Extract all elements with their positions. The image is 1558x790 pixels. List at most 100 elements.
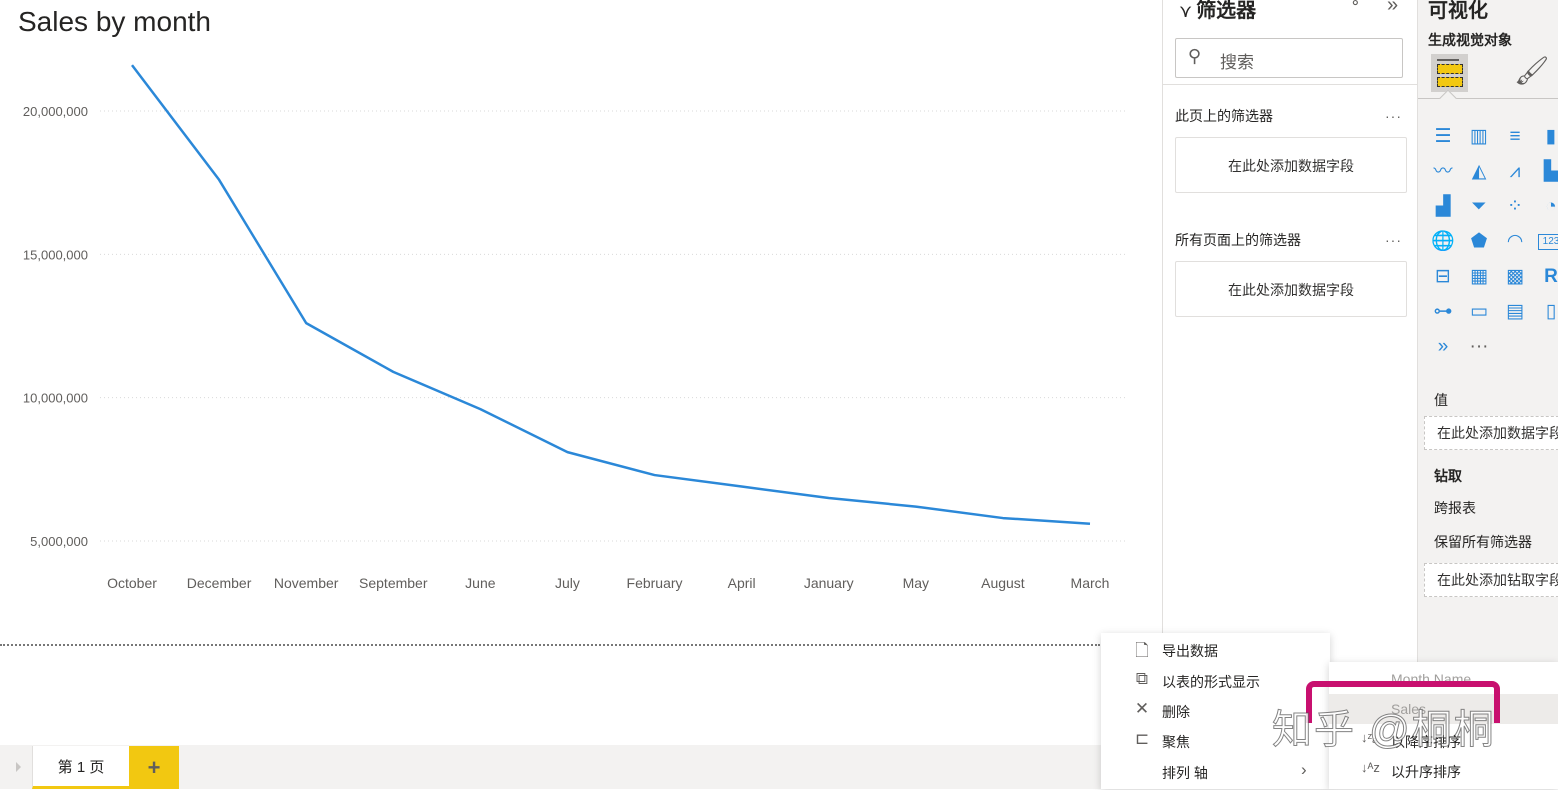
build-visual-tab-icon[interactable] — [1431, 54, 1468, 92]
series-line-sales[interactable] — [131, 64, 1091, 526]
gauge-icon[interactable]: ◠ — [1502, 229, 1528, 255]
data-point[interactable] — [1087, 521, 1093, 527]
x-tick-label: September — [359, 575, 428, 591]
x-tick-label: November — [274, 575, 339, 591]
values-label: 值 — [1434, 392, 1448, 408]
sort-ascending-icon: ↓ᴬz — [1361, 760, 1380, 775]
visual-type-gallery: ☰ ▥ ≡ ▮ 〰 ◭ ⩘ ▙ ▟ ⏷ ⁘ ◔ 🌐 ⬟ ◠ 123 ⊟ ▦ ▩ R ⊶ ▭ ▤ ▯ » ··· — [1430, 124, 1558, 369]
y-tick-label: 10,000,000 — [23, 391, 88, 406]
menu-item-label: 删除 — [1162, 704, 1190, 720]
funnel-icon[interactable]: ⏷ — [1466, 194, 1492, 220]
show-as-table-icon: ⧉ — [1135, 669, 1149, 688]
x-tick-label: January — [804, 575, 854, 591]
all-pages-more-button[interactable]: ··· — [1385, 232, 1402, 248]
visibility-icon[interactable]: ⚬̊ — [1349, 0, 1362, 12]
divider — [1163, 84, 1418, 85]
menu-item-label: 以表的形式显示 — [1162, 674, 1260, 690]
y-tick-label: 5,000,000 — [30, 534, 88, 549]
drillthrough-label: 钻取 — [1434, 468, 1462, 484]
data-point[interactable] — [477, 406, 483, 412]
menu-item-export-data[interactable]: 🗋 导出数据 — [1101, 634, 1330, 664]
data-point[interactable] — [303, 320, 309, 326]
menu-item-label: 导出数据 — [1162, 643, 1218, 659]
menu-item-label: 排列 轴 — [1162, 765, 1208, 781]
filters-title: 筛选器 — [1196, 0, 1257, 22]
x-tick-label: February — [627, 575, 683, 591]
x-tick-label: June — [465, 575, 496, 591]
filled-map-icon[interactable]: ⬟ — [1466, 229, 1492, 255]
export-icon: 🗋 — [1135, 641, 1149, 660]
close-icon: ✕ — [1134, 699, 1150, 718]
add-page-button[interactable]: + — [129, 746, 179, 789]
watermark: 知乎 @桐桐 — [1272, 708, 1496, 753]
more-visuals-icon[interactable]: ··· — [1466, 334, 1492, 360]
data-point[interactable] — [1000, 515, 1006, 521]
x-tick-label: April — [728, 575, 756, 591]
tab-scroll-icon[interactable] — [16, 762, 21, 772]
filters-search-input[interactable]: ⚲ 搜索 — [1175, 38, 1403, 78]
data-point[interactable] — [826, 495, 832, 501]
r-visual-icon[interactable]: R — [1538, 264, 1558, 290]
visualizations-title: 可视化 — [1428, 0, 1488, 22]
sort-action-label: 以升序排序 — [1391, 764, 1461, 780]
this-page-filter-well[interactable]: 在此处添加数据字段 — [1175, 137, 1407, 193]
matrix-icon[interactable]: ▩ — [1502, 264, 1528, 290]
data-point[interactable] — [652, 472, 658, 478]
page-tab-1[interactable]: 第 1 页 — [32, 746, 129, 789]
data-point[interactable] — [129, 62, 135, 68]
x-tick-label: December — [187, 575, 252, 591]
collapse-pane-icon[interactable]: » — [1387, 0, 1398, 17]
y-tick-label: 15,000,000 — [23, 247, 88, 262]
data-point[interactable] — [564, 449, 570, 455]
values-well[interactable]: 在此处添加数据字段 — [1424, 416, 1558, 450]
x-tick-label: July — [555, 575, 580, 591]
data-point[interactable] — [216, 177, 222, 183]
data-point[interactable] — [913, 504, 919, 510]
cross-report-label[interactable]: 跨报表 — [1434, 498, 1476, 518]
spotlight-icon: ⊏ — [1134, 729, 1150, 748]
all-pages-filters-label: 所有页面上的筛选器 — [1175, 232, 1301, 248]
decomposition-tree-icon[interactable]: ⊶ — [1430, 299, 1456, 325]
all-pages-filter-well[interactable]: 在此处添加数据字段 — [1175, 261, 1407, 317]
menu-item-sort-axis[interactable]: 排列 轴 › — [1101, 756, 1330, 786]
line-chart-icon[interactable]: 〰 — [1430, 159, 1456, 185]
y-tick-label: 20,000,000 — [23, 104, 88, 119]
table-icon[interactable]: ▦ — [1466, 264, 1492, 290]
report-canvas: Sales by month 5,000,000 10,000,000 15,000… — [0, 0, 1162, 745]
this-page-more-button[interactable]: ··· — [1385, 108, 1402, 124]
card-icon[interactable]: 123 — [1538, 234, 1558, 250]
data-point[interactable] — [390, 369, 396, 375]
area-chart-icon[interactable]: ◭ — [1466, 159, 1492, 185]
drillthrough-well[interactable]: 在此处添加钻取字段 — [1424, 563, 1558, 597]
power-automate-icon[interactable]: » — [1430, 334, 1456, 360]
x-tick-label: October — [107, 575, 157, 591]
stacked-bar-icon[interactable]: ☰ — [1430, 124, 1456, 150]
globe-map-icon[interactable]: 🌐 — [1430, 229, 1456, 255]
stacked-area-icon[interactable]: ⩘ — [1502, 159, 1528, 185]
ribbon-chart-icon[interactable]: ▟ — [1430, 194, 1456, 220]
stacked-column-icon[interactable]: ▥ — [1466, 124, 1492, 150]
line-column-icon[interactable]: ▙ — [1538, 159, 1558, 185]
line-chart[interactable]: 5,000,000 10,000,000 15,000,000 20,000,000 O… — [0, 0, 1162, 620]
chevron-right-icon: › — [1301, 760, 1307, 779]
slicer-icon[interactable]: ⊟ — [1430, 264, 1456, 290]
filters-header: ⋎ 筛选器 — [1179, 0, 1256, 23]
menu-item-show-as-table[interactable]: ⧉ 以表的形式显示 — [1101, 665, 1330, 695]
keep-all-filters-label[interactable]: 保留所有筛选器 — [1434, 532, 1532, 552]
menu-item-label: 聚焦 — [1162, 734, 1190, 750]
pie-chart-icon[interactable]: ◔ — [1538, 194, 1558, 220]
clustered-bar-icon[interactable]: ≡ — [1502, 124, 1528, 150]
search-placeholder: 搜索 — [1220, 53, 1254, 72]
search-icon: ⚲ — [1188, 46, 1202, 66]
format-visual-tab-icon[interactable]: 🖌 — [1514, 54, 1550, 87]
paginated-report-icon[interactable]: ▯ — [1538, 299, 1558, 325]
visual-border — [0, 644, 1100, 646]
data-point[interactable] — [739, 484, 745, 490]
scatter-icon[interactable]: ⁘ — [1502, 194, 1528, 220]
this-page-filters-label: 此页上的筛选器 — [1175, 108, 1273, 124]
qa-icon[interactable]: ▭ — [1466, 299, 1492, 325]
smart-narrative-icon[interactable]: ▤ — [1502, 299, 1528, 325]
sort-ascending[interactable]: ↓ᴬz 以升序排序 — [1329, 755, 1558, 785]
clustered-column-icon[interactable]: ▮ — [1538, 124, 1558, 150]
x-tick-label: May — [903, 575, 929, 591]
